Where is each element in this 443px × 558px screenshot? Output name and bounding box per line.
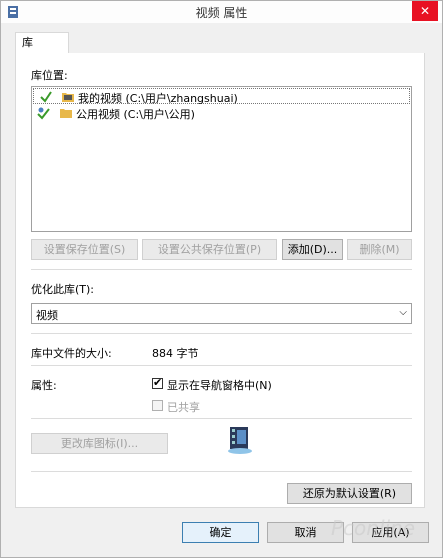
remove-location-button[interactable]: 删除(M) (347, 239, 412, 260)
video-library-icon (228, 427, 252, 454)
window-title: 视频 属性 (195, 6, 248, 20)
library-locations-label: 库位置: (31, 69, 68, 82)
library-size-value: 884 字节 (152, 347, 199, 360)
optimize-select[interactable]: 视频 ⌵ (31, 303, 412, 324)
divider (31, 333, 412, 334)
public-save-icon (37, 107, 50, 120)
tab-library[interactable]: 库 (15, 32, 69, 54)
list-item-label: 公用视频 (C:\用户\公用) (76, 108, 195, 121)
ok-button[interactable]: 确定 (182, 522, 259, 543)
divider (31, 471, 412, 472)
list-item[interactable]: 我的视频 (C:\用户\zhangshuai) (33, 88, 410, 105)
list-item-label: 我的视频 (C:\用户\zhangshuai) (78, 92, 238, 105)
add-location-button[interactable]: 添加(D)... (282, 239, 343, 260)
folder-icon (62, 93, 74, 102)
watermark: Pconline (331, 516, 416, 540)
shared-label: 已共享 (167, 401, 200, 414)
folder-icon (60, 109, 72, 118)
list-item[interactable]: 公用视频 (C:\用户\公用) (32, 105, 411, 121)
restore-defaults-button[interactable]: 还原为默认设置(R) (287, 483, 412, 504)
show-in-nav-checkbox[interactable]: ✔ (152, 376, 163, 389)
set-public-save-location-button[interactable]: 设置公共保存位置(P) (142, 239, 277, 260)
chevron-down-icon: ⌵ (399, 307, 407, 318)
shared-checkbox[interactable] (152, 400, 163, 411)
library-size-label: 库中文件的大小: (31, 347, 112, 360)
show-in-nav-label[interactable]: 显示在导航窗格中(N) (167, 377, 272, 393)
properties-window: 视频 属性 ✕ 库 库位置: 我的视频 (C:\用户\zhangshuai) 公… (0, 0, 443, 558)
optimize-label: 优化此库(T): (31, 283, 95, 296)
optimize-select-value: 视频 (36, 309, 58, 322)
attributes-label: 属性: (31, 379, 57, 392)
check-icon (40, 91, 52, 103)
change-library-icon-button[interactable]: 更改库图标(I)... (31, 433, 168, 454)
divider (31, 365, 412, 366)
checkmark-icon: ✔ (153, 376, 163, 389)
close-button[interactable]: ✕ (412, 1, 438, 21)
title-bar: 视频 属性 ✕ (1, 1, 442, 23)
library-locations-list[interactable]: 我的视频 (C:\用户\zhangshuai) 公用视频 (C:\用户\公用) (31, 86, 412, 232)
divider (31, 269, 412, 270)
divider (31, 418, 412, 419)
set-save-location-button[interactable]: 设置保存位置(S) (31, 239, 138, 260)
